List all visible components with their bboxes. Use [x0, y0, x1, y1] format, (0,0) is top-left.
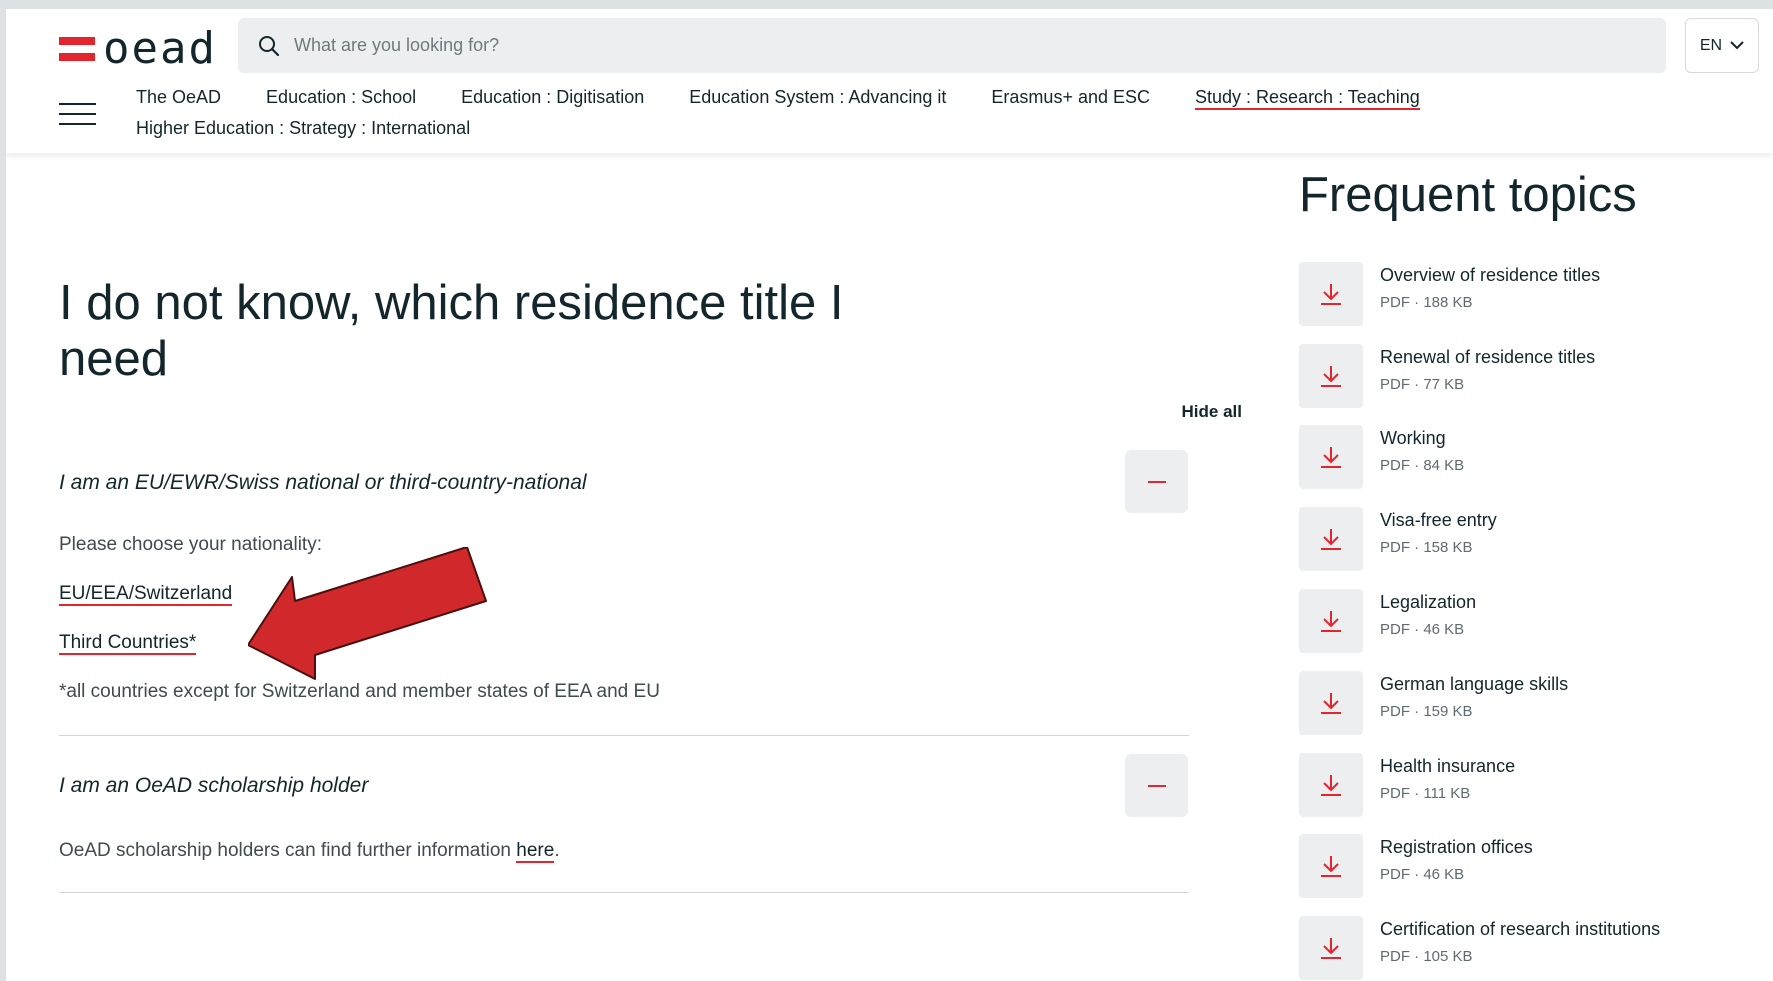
nav-item-erasmus-esc[interactable]: Erasmus+ and ESC [991, 87, 1150, 110]
main-navigation: The OeAD Education : School Education : … [136, 87, 1536, 139]
divider [59, 892, 1189, 893]
chevron-down-icon [1730, 41, 1744, 50]
topic-item[interactable]: Working PDF · 84 KB [1299, 425, 1464, 489]
topic-meta: PDF · 77 KB [1380, 376, 1465, 393]
topic-item[interactable]: Renewal of residence titles PDF · 77 KB [1299, 344, 1595, 408]
accordion-question-scholarship[interactable]: I am an OeAD scholarship holder [59, 774, 368, 798]
topic-meta: PDF · 111 KB [1380, 785, 1471, 802]
topic-meta: PDF · 105 KB [1380, 948, 1473, 965]
download-icon[interactable] [1299, 916, 1363, 980]
nav-item-education-system[interactable]: Education System : Advancing it [689, 87, 946, 110]
topic-name[interactable]: Legalization [1380, 591, 1476, 613]
topic-meta: PDF · 188 KB [1380, 294, 1473, 311]
nav-item-education-digitisation[interactable]: Education : Digitisation [461, 87, 644, 110]
scholarship-text: OeAD scholarship holders can find furthe… [59, 840, 560, 863]
topic-item[interactable]: Legalization PDF · 46 KB [1299, 589, 1476, 653]
download-icon[interactable] [1299, 671, 1363, 735]
topic-name[interactable]: Overview of residence titles [1380, 264, 1600, 286]
link-row-eu: EU/EEA/Switzerland [59, 583, 233, 606]
collapse-button-nationality[interactable] [1125, 450, 1188, 513]
nav-item-study-research-teaching[interactable]: Study : Research : Teaching [1195, 87, 1420, 110]
topic-item[interactable]: Overview of residence titles PDF · 188 K… [1299, 262, 1600, 326]
browser-viewport: oead EN The OeAD Education : School Educ… [6, 9, 1773, 981]
topic-name[interactable]: Certification of research institutions [1380, 918, 1660, 940]
logo-wordmark: oead [103, 23, 217, 74]
accordion-question-nationality[interactable]: I am an EU/EWR/Swiss national or third-c… [59, 471, 587, 495]
topic-item[interactable]: Health insurance PDF · 111 KB [1299, 753, 1515, 817]
topic-item[interactable]: Visa-free entry PDF · 158 KB [1299, 507, 1497, 571]
download-icon[interactable] [1299, 507, 1363, 571]
search-input[interactable] [294, 35, 1594, 56]
topic-name[interactable]: Working [1380, 427, 1464, 449]
collapse-button-scholarship[interactable] [1125, 754, 1188, 817]
link-here[interactable]: here [516, 840, 555, 863]
topic-meta: PDF · 84 KB [1380, 457, 1465, 474]
link-eu-eea-switzerland[interactable]: EU/EEA/Switzerland [59, 583, 233, 606]
download-icon[interactable] [1299, 589, 1363, 653]
frequent-topics-title: Frequent topics [1299, 168, 1637, 222]
scholarship-text-after: . [554, 840, 560, 861]
topic-item[interactable]: Certification of research institutions P… [1299, 916, 1660, 980]
topic-name[interactable]: Registration offices [1380, 836, 1533, 858]
download-icon[interactable] [1299, 344, 1363, 408]
annotation-arrow-icon [248, 547, 487, 680]
nav-item-education-school[interactable]: Education : School [266, 87, 416, 110]
site-header: oead EN The OeAD Education : School Educ… [6, 9, 1773, 153]
download-icon[interactable] [1299, 753, 1363, 817]
topic-item[interactable]: German language skills PDF · 159 KB [1299, 671, 1568, 735]
topic-meta: PDF · 46 KB [1380, 621, 1465, 638]
topic-meta: PDF · 159 KB [1380, 703, 1473, 720]
download-icon[interactable] [1299, 425, 1363, 489]
topic-meta: PDF · 158 KB [1380, 539, 1473, 556]
nav-item-the-oead[interactable]: The OeAD [136, 87, 221, 110]
oead-logo[interactable]: oead [59, 27, 217, 71]
minus-icon [1147, 784, 1166, 787]
menu-icon[interactable] [59, 103, 96, 125]
divider [59, 735, 1189, 736]
link-third-countries[interactable]: Third Countries* [59, 632, 197, 655]
link-row-third: Third Countries* [59, 632, 197, 655]
topic-name[interactable]: Health insurance [1380, 755, 1515, 777]
austria-flag-icon [59, 37, 95, 61]
topic-name[interactable]: Visa-free entry [1380, 509, 1497, 531]
nav-item-higher-education[interactable]: Higher Education : Strategy : Internatio… [136, 118, 470, 139]
hide-all-button[interactable]: Hide all [1114, 402, 1242, 422]
download-icon[interactable] [1299, 834, 1363, 898]
page-title: I do not know, which residence title I n… [59, 276, 844, 386]
minus-icon [1147, 480, 1166, 483]
scholarship-text-before: OeAD scholarship holders can find furthe… [59, 840, 517, 861]
topic-name[interactable]: German language skills [1380, 673, 1568, 695]
language-selector[interactable]: EN [1685, 18, 1759, 73]
search-icon [259, 35, 280, 56]
download-icon[interactable] [1299, 262, 1363, 326]
search-bar[interactable] [238, 18, 1666, 73]
topic-item[interactable]: Registration offices PDF · 46 KB [1299, 834, 1533, 898]
language-label: EN [1699, 36, 1723, 54]
topic-meta: PDF · 46 KB [1380, 866, 1465, 883]
topic-name[interactable]: Renewal of residence titles [1380, 346, 1595, 368]
